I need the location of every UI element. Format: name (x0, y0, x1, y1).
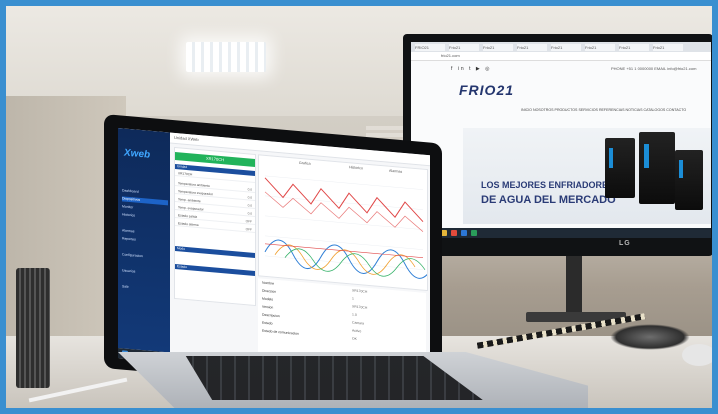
monitor-stand (566, 256, 582, 316)
hero-banner: LOS MEJORES ENFRIADORES DE AGUA DEL MERC… (463, 128, 711, 224)
browser-tab[interactable]: Frio21 (619, 44, 649, 51)
list-item-label: Temperatura evaporador (178, 189, 213, 197)
detail-value: 1 (352, 296, 354, 301)
address-bar[interactable]: frio21.com (411, 52, 711, 61)
monitor: FRIO21 Frio21 Frio21 Frio21 Frio21 Frio2… (403, 34, 712, 256)
detail-value: OK (352, 336, 357, 341)
monitor-screen: FRIO21 Frio21 Frio21 Frio21 Frio21 Frio2… (411, 42, 711, 238)
chiller-unit (605, 138, 635, 198)
detail-value: XR170CH (352, 304, 368, 310)
chart-series-red (264, 177, 424, 223)
list-item-label: XR170CH (178, 171, 193, 177)
photo-frame: FRIO21 Frio21 Frio21 Frio21 Frio21 Frio2… (6, 6, 712, 408)
app-header-title: Unidad XWeb (174, 134, 199, 143)
trash-can (16, 268, 50, 388)
list-item-label: Temp. ambiente (178, 197, 201, 204)
sidebar-item-reports[interactable]: Reportes (122, 236, 168, 245)
chart-panel: Grafica Historico Alarmas (258, 154, 430, 292)
sidebar-item-settings[interactable]: Configuracion (122, 252, 168, 261)
sidebar-item-history[interactable]: Historico (122, 212, 168, 221)
browser-tab[interactable]: Frio21 (517, 44, 547, 51)
browser-tab-bar: FRIO21 Frio21 Frio21 Frio21 Frio21 Frio2… (411, 42, 711, 52)
detail-label: Nombre (262, 280, 275, 286)
detail-label: Estado (262, 320, 273, 326)
windows-taskbar (411, 228, 711, 238)
list-item-value: OFF (245, 219, 252, 224)
detail-value: Camara (352, 320, 365, 326)
social-icons: f in t ▶ ◎ (451, 66, 491, 72)
sidebar-item-exit[interactable]: Salir (122, 284, 168, 293)
detail-value: XR170CH (352, 288, 368, 294)
site-nav[interactable]: INICIO NOSOTROS PRODUCTOS SERVICIOS REFE… (521, 108, 701, 114)
browser-tab[interactable]: Frio21 (551, 44, 581, 51)
app-icon[interactable] (471, 230, 477, 236)
chiller-unit (675, 150, 703, 210)
detail-label: Estado de comunicacion (262, 328, 299, 336)
list-item-label: Estado alarma (178, 221, 199, 228)
address-text: frio21.com (441, 53, 460, 58)
edge-icon[interactable] (461, 230, 467, 236)
detail-label: Descripcion (262, 312, 280, 319)
chrome-icon[interactable] (451, 230, 457, 236)
detail-value: Activo (352, 328, 362, 334)
lg-logo: LG (619, 240, 631, 247)
sidebar-item-users[interactable]: Usuarios (122, 268, 168, 277)
chiller-unit (639, 132, 675, 204)
app-sidebar: Xweb Dashboard Dispositivos Monitor Hist… (118, 128, 170, 353)
browser-tab[interactable]: Frio21 (483, 44, 513, 51)
list-item-label: Temp. evaporador (178, 205, 204, 212)
twitter-icon[interactable]: t (469, 66, 472, 72)
hero-title-line-1: LOS MEJORES ENFRIADORES (481, 180, 615, 190)
browser-tab[interactable]: Frio21 (653, 44, 683, 51)
mouse (682, 344, 712, 366)
browser-tab[interactable]: FRIO21 (415, 44, 445, 51)
device-panel: XR170CH Unidad XR170CH Temperatura ambie… (174, 146, 256, 307)
browser-tab[interactable]: Frio21 (449, 44, 479, 51)
list-item-value: 0.0 (247, 187, 252, 192)
detail-label: Modelo (262, 296, 274, 302)
ceiling-light (186, 42, 266, 72)
list-header: Estado (175, 263, 255, 276)
list-item-value: 0.0 (247, 203, 252, 208)
trend-chart (264, 175, 430, 279)
keys (610, 324, 690, 350)
list-item-label: Estado salida (178, 213, 198, 219)
laptop-screen: Xweb Dashboard Dispositivos Monitor Hist… (118, 128, 430, 386)
youtube-icon[interactable]: ▶ (476, 66, 482, 72)
list-item-label: Temperatura ambiente (178, 181, 210, 189)
chart-threshold (265, 243, 423, 258)
detail-value: 1.0 (352, 312, 357, 317)
list-item-value: OFF (245, 227, 252, 232)
list-header: Modo (175, 245, 255, 258)
list-item-value: 0.0 (247, 211, 252, 216)
detail-label: Version (262, 304, 274, 310)
xweb-logo: Xweb (124, 143, 150, 161)
hero-title-line-2: DE AGUA DEL MERCADO (481, 194, 616, 206)
instagram-icon[interactable]: ◎ (485, 66, 491, 72)
contact-info: PHONE +51 1 0000000 EMAIL info@frio21.co… (611, 66, 697, 71)
detail-label: Direccion (262, 288, 277, 294)
xweb-logo-text: Xweb (124, 147, 151, 161)
list-item-value: 0.0 (247, 195, 252, 200)
browser-tab[interactable]: Frio21 (585, 44, 615, 51)
facebook-icon[interactable]: f (451, 66, 454, 72)
linkedin-icon[interactable]: in (458, 66, 466, 72)
frio21-logo[interactable]: FRIO21 (459, 82, 514, 98)
